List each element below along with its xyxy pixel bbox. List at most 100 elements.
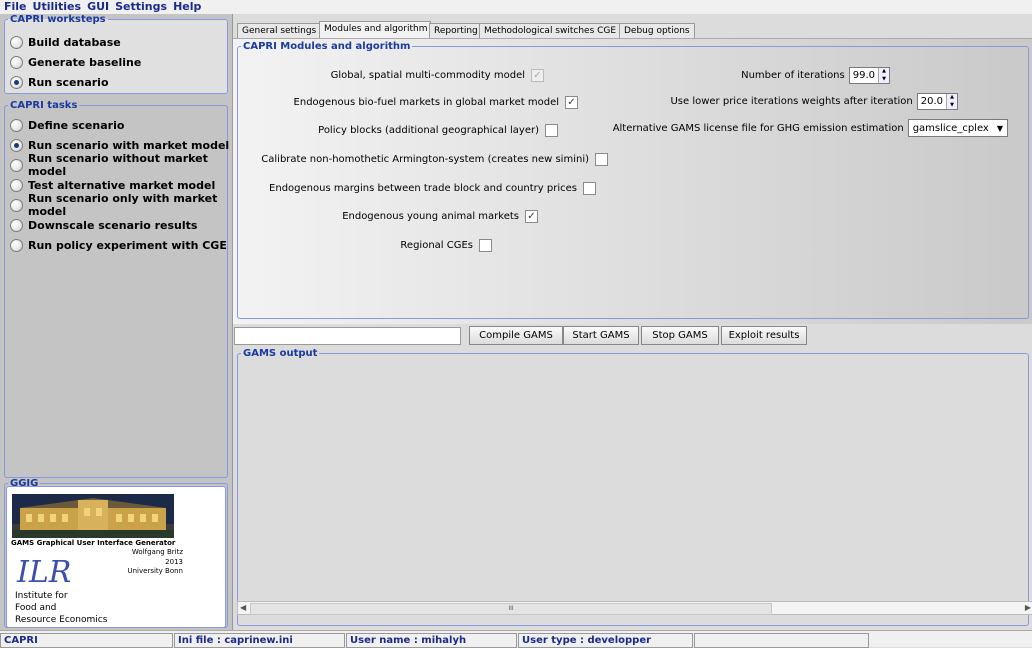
option-endogenous-margins[interactable]: Endogenous margins between trade block a… (269, 182, 596, 195)
menu-settings[interactable]: Settings (115, 0, 167, 13)
checkbox-icon[interactable] (545, 124, 558, 137)
ggig-logo-panel: GAMS Graphical User Interface Generator … (6, 486, 226, 628)
license-value: gamslice_cplex (912, 122, 989, 134)
checkbox-icon[interactable] (479, 239, 492, 252)
license-label: Alternative GAMS license file for GHG em… (612, 122, 904, 134)
tab-modules-algorithm[interactable]: Modules and algorithm (319, 21, 431, 39)
radio-label: Run scenario (28, 75, 109, 89)
option-armington[interactable]: Calibrate non-homothetic Armington-syste… (261, 153, 608, 166)
spinner-down-icon[interactable]: ▼ (879, 75, 889, 83)
option-regional-cges[interactable]: Regional CGEs (400, 239, 492, 252)
radio-button-icon[interactable] (10, 238, 23, 252)
gams-output-legend: GAMS output (243, 348, 318, 359)
radio-button-icon[interactable] (10, 198, 23, 212)
checkbox-checked-icon[interactable]: ✓ (525, 210, 538, 223)
iterations-spinner[interactable]: 99.0 ▲ ▼ (848, 67, 890, 84)
checkbox-icon[interactable] (595, 153, 608, 166)
tab-reporting[interactable]: Reporting (429, 23, 481, 39)
menu-file[interactable]: File (4, 0, 27, 13)
institute-line: Food and (15, 603, 57, 613)
checkbox-icon[interactable] (583, 182, 596, 195)
lower-price-label: Use lower price iterations weights after… (670, 96, 913, 107)
institute-text: Institute for Food and Resource Economic… (15, 590, 107, 626)
radio-generate-baseline[interactable]: Generate baseline (10, 53, 141, 71)
radio-build-database[interactable]: Build database (10, 33, 121, 51)
radio-button-selected-icon[interactable] (10, 138, 23, 152)
start-gams-button[interactable]: Start GAMS (563, 326, 639, 345)
left-pane: CAPRI worksteps Build database Generate … (0, 14, 233, 630)
checkbox-checked-icon[interactable]: ✓ (565, 96, 578, 109)
radio-label: Generate baseline (28, 55, 142, 69)
modules-legend: CAPRI Modules and algorithm (243, 41, 411, 52)
radio-label: Downscale scenario results (28, 218, 198, 232)
option-global-model[interactable]: Global, spatial multi-commodity model ✓ (331, 69, 544, 82)
tab-general-settings[interactable]: General settings (237, 23, 323, 39)
option-label: Regional CGEs (400, 240, 473, 251)
compile-gams-button[interactable]: Compile GAMS (469, 326, 563, 345)
status-bar: CAPRI Ini file : caprinew.ini User name … (0, 630, 1032, 648)
iterations-control: Number of iterations 99.0 ▲ ▼ (741, 67, 890, 84)
radio-button-icon[interactable] (10, 35, 23, 49)
radio-button-selected-icon[interactable] (10, 75, 23, 89)
lower-price-spinner[interactable]: 20.0 ▲ ▼ (916, 93, 958, 110)
castle-image (12, 494, 174, 538)
license-dropdown[interactable]: gamslice_cplex ▼ (907, 119, 1008, 137)
radio-run-only-with-market-model[interactable]: Run scenario only with market model (10, 192, 232, 218)
tab-methodological-switches-cge[interactable]: Methodological switches CGE (479, 23, 621, 39)
radio-downscale-results[interactable]: Downscale scenario results (10, 216, 197, 234)
option-biofuel-markets[interactable]: Endogenous bio-fuel markets in global ma… (294, 96, 578, 109)
worksteps-legend: CAPRI worksteps (10, 14, 106, 25)
radio-button-icon[interactable] (10, 178, 23, 192)
institute-line: Resource Economics (15, 615, 108, 625)
scroll-right-icon[interactable]: ▶ (1025, 602, 1031, 614)
ggig-title: GAMS Graphical User Interface Generator (11, 539, 176, 547)
option-label: Policy blocks (additional geographical l… (318, 125, 539, 136)
checkbox-checked-disabled-icon: ✓ (531, 69, 544, 82)
scroll-left-icon[interactable]: ◀ (240, 602, 246, 614)
radio-button-icon[interactable] (10, 118, 23, 132)
spinner-up-icon[interactable]: ▲ (879, 68, 889, 76)
option-label: Endogenous margins between trade block a… (269, 183, 577, 194)
radio-run-scenario[interactable]: Run scenario (10, 73, 109, 91)
chevron-down-icon[interactable]: ▼ (997, 124, 1003, 133)
radio-label: Run scenario only with market model (28, 192, 218, 218)
radio-label: Run scenario without market model (28, 152, 208, 178)
command-field[interactable] (234, 327, 461, 345)
radio-button-icon[interactable] (10, 158, 23, 172)
exploit-results-button[interactable]: Exploit results (721, 326, 807, 345)
radio-label: Define scenario (28, 118, 125, 132)
tasks-legend: CAPRI tasks (10, 100, 78, 111)
radio-run-without-market-model[interactable]: Run scenario without market model (10, 152, 232, 178)
institute-line: Institute for (15, 591, 68, 601)
lower-price-control: Use lower price iterations weights after… (670, 93, 958, 110)
ggig-university: University Bonn (127, 567, 184, 575)
ilr-logo: ILR (17, 555, 72, 590)
radio-button-icon[interactable] (10, 218, 23, 232)
menu-help[interactable]: Help (173, 0, 201, 13)
scrollbar-thumb[interactable]: III (250, 603, 772, 615)
option-label: Endogenous young animal markets (342, 211, 519, 222)
option-label: Endogenous bio-fuel markets in global ma… (293, 97, 559, 108)
tab-debug-options[interactable]: Debug options (619, 23, 695, 39)
ggig-author: Wolfgang Britz (131, 548, 183, 556)
option-label: Calibrate non-homothetic Armington-syste… (261, 154, 589, 165)
spinner-up-icon[interactable]: ▲ (947, 94, 957, 102)
radio-define-scenario[interactable]: Define scenario (10, 116, 124, 134)
lower-price-value[interactable]: 20.0 (918, 94, 946, 109)
modules-group: CAPRI Modules and algorithm (237, 41, 1029, 319)
radio-label: Run scenario with market model (28, 138, 230, 152)
option-label: Global, spatial multi-commodity model (330, 70, 525, 81)
radio-button-icon[interactable] (10, 55, 23, 69)
stop-gams-button[interactable]: Stop GAMS (641, 326, 719, 345)
modules-panel: CAPRI Modules and algorithm Global, spat… (233, 38, 1032, 324)
horizontal-scrollbar[interactable]: ◀ III ▶ (237, 601, 1032, 615)
license-control: Alternative GAMS license file for GHG em… (613, 119, 1008, 137)
iterations-label: Number of iterations (741, 70, 845, 81)
option-young-animal-markets[interactable]: Endogenous young animal markets ✓ (342, 210, 538, 223)
menu-utilities[interactable]: Utilities (33, 0, 82, 13)
iterations-value[interactable]: 99.0 (850, 68, 878, 83)
option-policy-blocks[interactable]: Policy blocks (additional geographical l… (318, 124, 558, 137)
radio-policy-experiment-cge[interactable]: Run policy experiment with CGE (10, 236, 227, 254)
menu-gui[interactable]: GUI (87, 0, 109, 13)
spinner-down-icon[interactable]: ▼ (947, 101, 957, 109)
